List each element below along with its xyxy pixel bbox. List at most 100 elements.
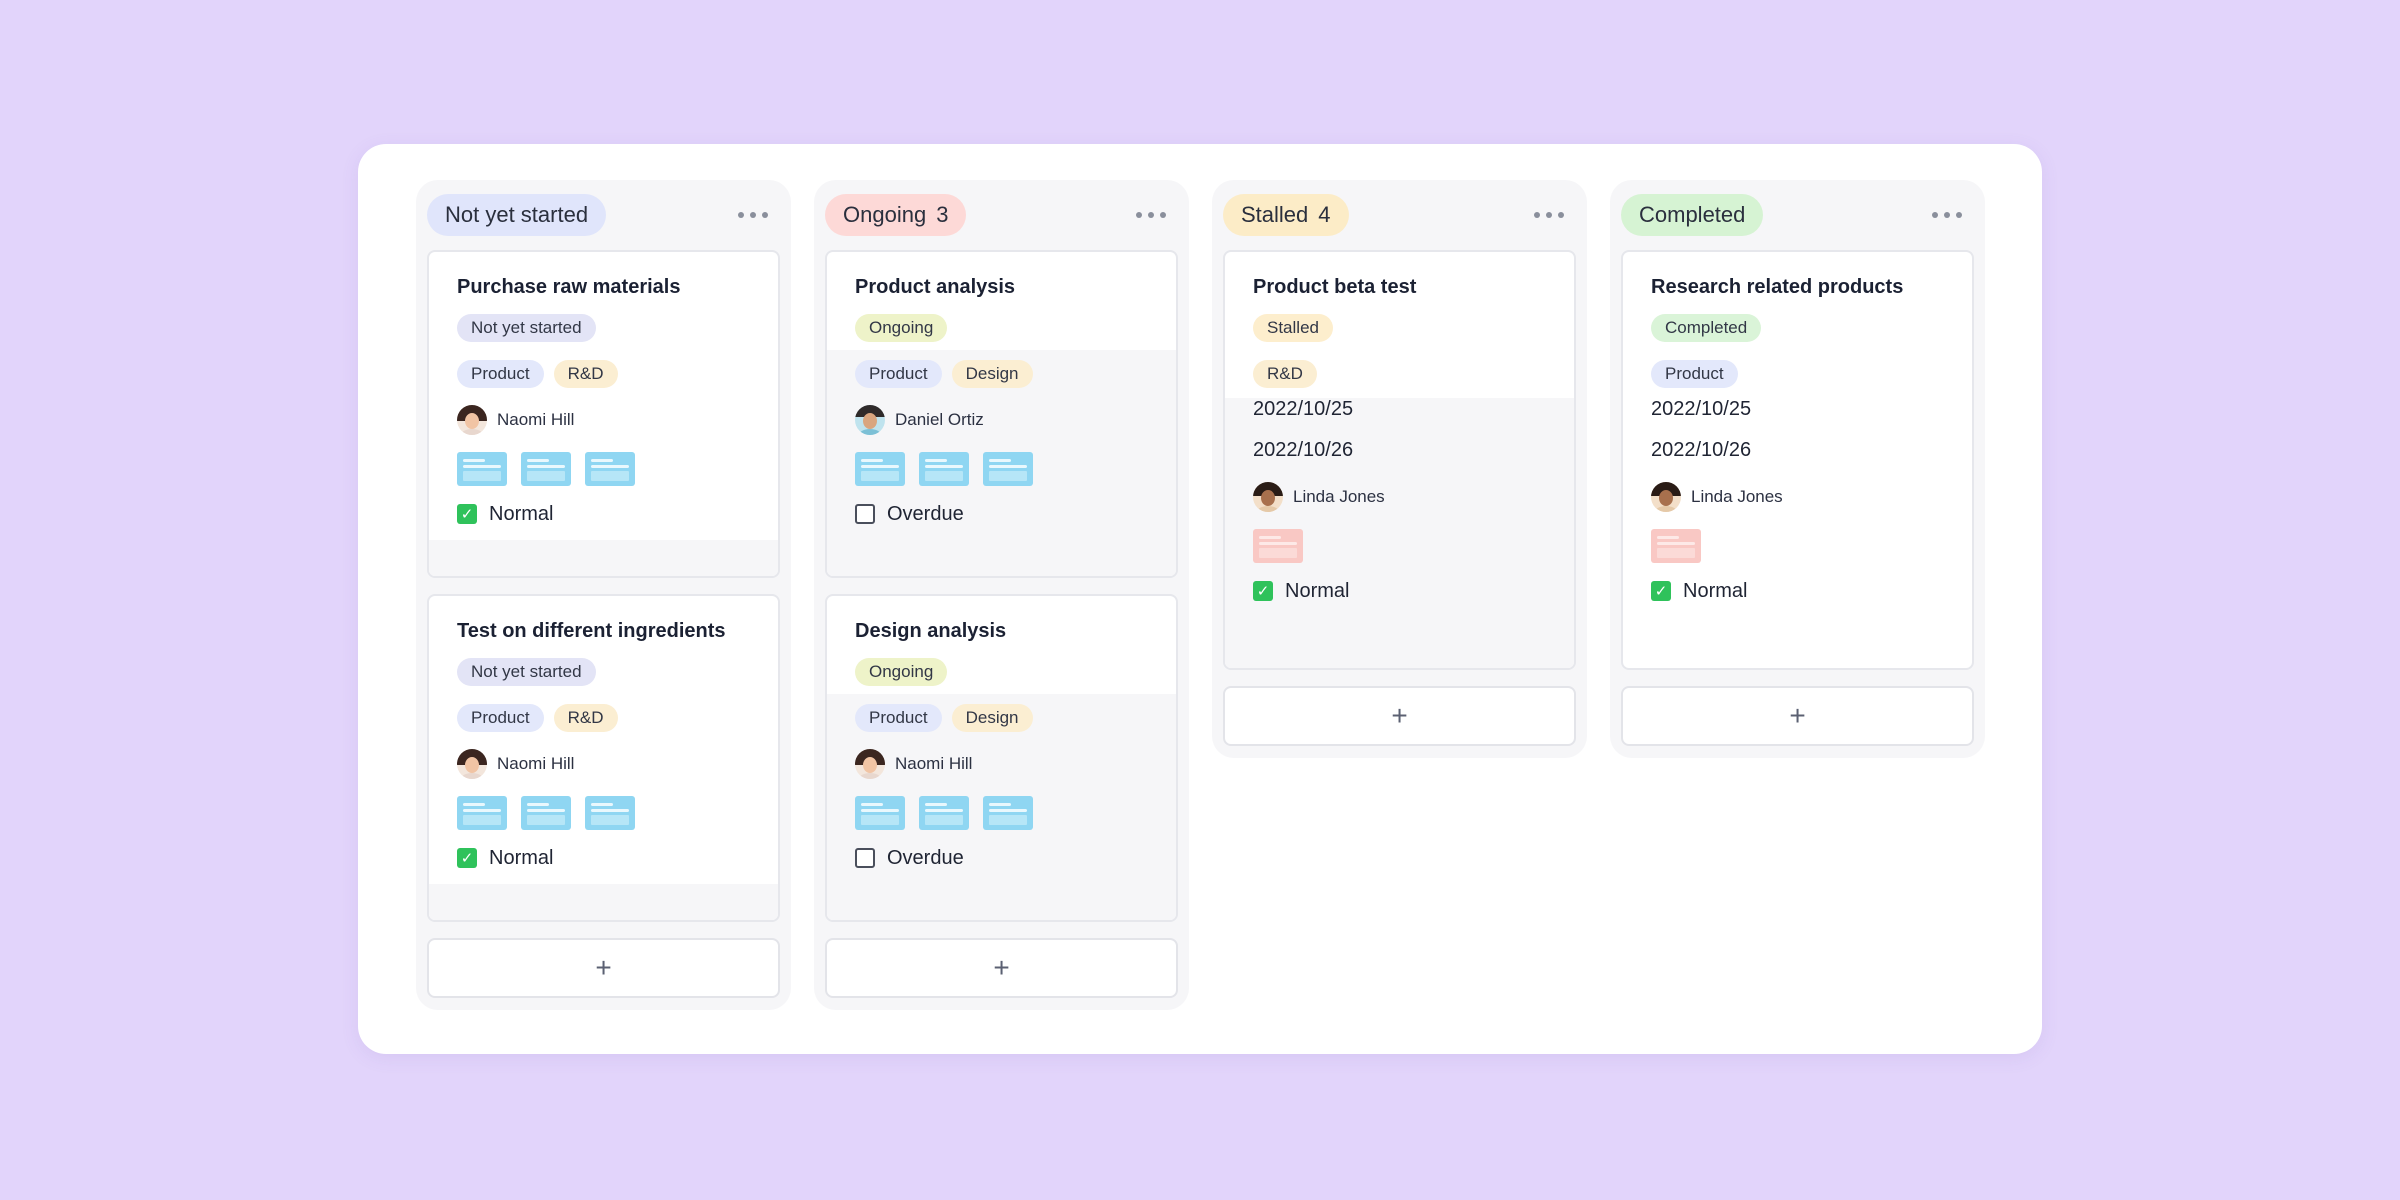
status-chip: Stalled [1253, 314, 1333, 342]
status-count: 3 [936, 202, 949, 227]
attachment-thumbnail[interactable] [983, 796, 1033, 830]
dot-icon [750, 212, 756, 218]
start-date[interactable]: 2022/10/25 [1253, 396, 1546, 422]
status-label: Not yet started [445, 202, 589, 227]
attachments [457, 796, 750, 830]
tag-chip[interactable]: Product [855, 360, 942, 388]
start-date[interactable]: 2022/10/25 [1651, 396, 1944, 422]
card-title: Product beta test [1253, 276, 1417, 298]
card-title: Product analysis [855, 276, 1016, 298]
assignee[interactable]: Daniel Ortiz [855, 404, 1148, 436]
dot-icon [1136, 212, 1142, 218]
tag-chip[interactable]: Design [951, 360, 1033, 388]
status-pill[interactable]: Ongoing 3 [825, 194, 967, 236]
attachments [1253, 529, 1546, 563]
attachment-thumbnail[interactable] [585, 796, 635, 830]
task-card[interactable]: Research related products Completed Prod… [1621, 250, 1974, 670]
attachment-thumbnail[interactable] [919, 452, 969, 486]
add-card-button[interactable]: + [427, 938, 780, 998]
priority-check[interactable]: ✓ Normal [457, 844, 750, 872]
add-card-button[interactable]: + [1223, 686, 1576, 746]
attachment-thumbnail[interactable] [919, 796, 969, 830]
dot-icon [1148, 212, 1154, 218]
avatar [1651, 482, 1681, 512]
task-card[interactable]: Test on different ingredients Not yet st… [427, 594, 780, 922]
add-card-button[interactable]: + [825, 938, 1178, 998]
attachment-thumbnail[interactable] [585, 452, 635, 486]
task-card[interactable]: Design analysis Ongoing Product Design N… [825, 594, 1178, 922]
dot-icon [1932, 212, 1938, 218]
plus-icon: + [595, 952, 612, 983]
assignee-name: Naomi Hill [497, 410, 575, 429]
plus-icon: + [1391, 700, 1408, 731]
priority-check[interactable]: ✓ Normal [1253, 577, 1546, 605]
attachment-thumbnail[interactable] [521, 452, 571, 486]
tag-chip[interactable]: R&D [553, 360, 618, 388]
end-date[interactable]: 2022/10/26 [1253, 437, 1546, 463]
attachments [1651, 529, 1944, 563]
assignee-name: Daniel Ortiz [895, 410, 984, 429]
assignee-name: Linda Jones [1691, 487, 1783, 506]
attachment-thumbnail[interactable] [1253, 529, 1303, 563]
tag-chip[interactable]: Product [1651, 360, 1738, 388]
assignee[interactable]: Naomi Hill [457, 748, 750, 780]
attachment-thumbnail[interactable] [1651, 529, 1701, 563]
attachment-thumbnail[interactable] [855, 452, 905, 486]
check-label: Normal [1285, 579, 1350, 602]
tag-chip[interactable]: Design [951, 704, 1033, 732]
card-title: Design analysis [855, 620, 1007, 642]
priority-check[interactable]: ✓ Normal [457, 500, 750, 528]
end-date[interactable]: 2022/10/26 [1651, 437, 1944, 463]
status-pill[interactable]: Stalled 4 [1223, 194, 1349, 236]
assignee[interactable]: Naomi Hill [457, 404, 750, 436]
assignee[interactable]: Linda Jones [1651, 481, 1944, 513]
attachments [855, 452, 1148, 486]
avatar [457, 405, 487, 435]
status-label: Ongoing [843, 202, 927, 227]
column-header: Ongoing 3 [825, 180, 1178, 250]
dot-icon [738, 212, 744, 218]
status-pill[interactable]: Not yet started [427, 194, 607, 236]
card-footer-shade [429, 540, 778, 576]
attachment-thumbnail[interactable] [457, 452, 507, 486]
assignee[interactable]: Naomi Hill [855, 748, 1148, 780]
more-options-button[interactable] [1132, 205, 1170, 225]
task-card[interactable]: Purchase raw materials Not yet started P… [427, 250, 780, 578]
attachment-thumbnail[interactable] [521, 796, 571, 830]
task-card[interactable]: Product analysis Ongoing Product Design … [825, 250, 1178, 578]
tag-chip[interactable]: R&D [553, 704, 618, 732]
more-options-button[interactable] [1530, 205, 1568, 225]
status-chip: Not yet started [457, 658, 596, 686]
checkbox-unchecked-icon[interactable] [855, 848, 875, 868]
tag-chip[interactable]: R&D [1253, 360, 1317, 388]
more-options-button[interactable] [734, 205, 772, 225]
status-count: 4 [1318, 202, 1331, 227]
dot-icon [1534, 212, 1540, 218]
tag-chip[interactable]: Product [457, 704, 544, 732]
tag-chip[interactable]: Product [855, 704, 942, 732]
checkbox-checked-icon[interactable]: ✓ [457, 848, 477, 868]
attachment-thumbnail[interactable] [457, 796, 507, 830]
checkbox-checked-icon[interactable]: ✓ [1651, 581, 1671, 601]
status-chip: Ongoing [855, 314, 948, 342]
attachment-thumbnail[interactable] [855, 796, 905, 830]
add-card-button[interactable]: + [1621, 686, 1974, 746]
assignee[interactable]: Linda Jones [1253, 481, 1546, 513]
card-title: Purchase raw materials [457, 276, 681, 298]
check-label: Overdue [887, 846, 964, 869]
priority-check[interactable]: Overdue [855, 500, 1148, 528]
priority-check[interactable]: ✓ Normal [1651, 577, 1944, 605]
attachment-thumbnail[interactable] [983, 452, 1033, 486]
task-card[interactable]: Product beta test Stalled R&D 2022/10/25… [1223, 250, 1576, 670]
checkbox-checked-icon[interactable]: ✓ [457, 504, 477, 524]
more-options-button[interactable] [1928, 205, 1966, 225]
tag-chip[interactable]: Product [457, 360, 544, 388]
checkbox-checked-icon[interactable]: ✓ [1253, 581, 1273, 601]
dot-icon [1546, 212, 1552, 218]
avatar [855, 749, 885, 779]
priority-check[interactable]: Overdue [855, 844, 1148, 872]
plus-icon: + [993, 952, 1010, 983]
status-chip: Not yet started [457, 314, 596, 342]
checkbox-unchecked-icon[interactable] [855, 504, 875, 524]
status-pill[interactable]: Completed [1621, 194, 1764, 236]
